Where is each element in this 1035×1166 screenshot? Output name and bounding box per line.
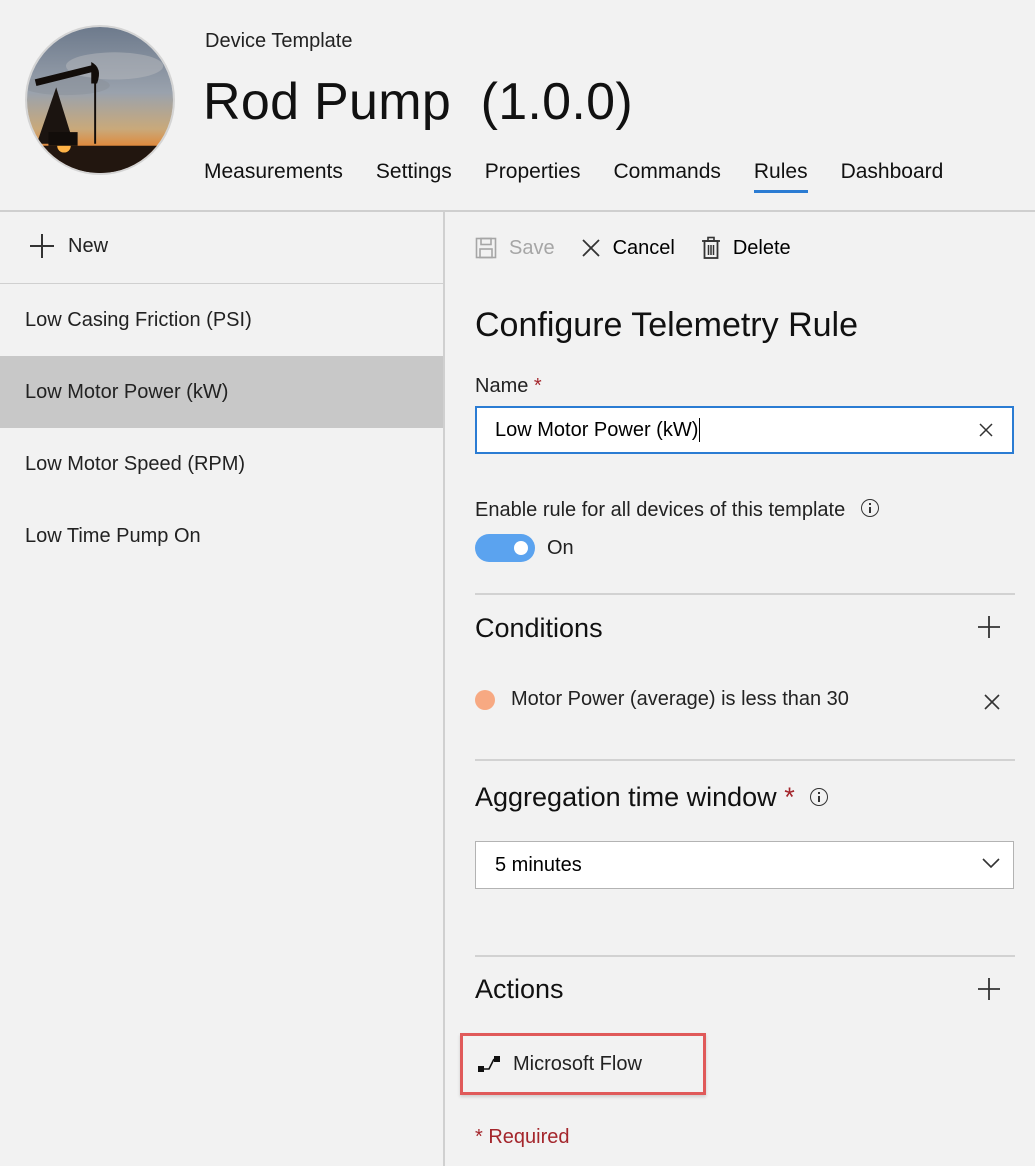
- trash-icon: [701, 236, 720, 259]
- close-icon: [581, 239, 600, 257]
- condition-color-dot: [475, 689, 495, 710]
- enable-rule-text: Enable rule for all devices of this temp…: [475, 499, 846, 521]
- template-version: (1.0.0): [480, 73, 633, 131]
- cancel-label: Cancel: [612, 236, 675, 259]
- template-tabs: Measurements Settings Properties Command…: [204, 160, 976, 193]
- tab-rules[interactable]: Rules: [753, 160, 808, 193]
- toggle-knob: [514, 541, 528, 555]
- name-label: Name *: [475, 375, 542, 398]
- condition-item[interactable]: Motor Power (average) is less than 30: [475, 688, 849, 711]
- section-divider: [475, 955, 1015, 957]
- aggregation-title: Aggregation time window *: [475, 782, 829, 813]
- add-action-icon[interactable]: [977, 977, 1001, 1001]
- conditions-title: Conditions: [475, 613, 603, 643]
- flow-icon: [478, 1056, 500, 1072]
- action-label: Microsoft Flow: [513, 1052, 642, 1075]
- section-divider: [475, 759, 1015, 761]
- tab-measurements[interactable]: Measurements: [204, 160, 343, 193]
- required-mark: *: [533, 375, 542, 397]
- list-item[interactable]: Low Time Pump On: [0, 500, 443, 572]
- actions-title: Actions: [475, 974, 564, 1004]
- template-name: Rod Pump: [203, 73, 452, 131]
- page-title: Rod Pump (1.0.0): [203, 72, 633, 132]
- panel-divider: [443, 212, 445, 1166]
- name-input[interactable]: Low Motor Power (kW): [475, 406, 1014, 454]
- info-icon[interactable]: [810, 787, 829, 806]
- device-template-avatar: [25, 25, 175, 175]
- name-input-value: Low Motor Power (kW): [495, 418, 699, 441]
- delete-label: Delete: [732, 236, 791, 259]
- text-caret: [699, 418, 701, 442]
- page-header: Device Template Rod Pump (1.0.0) Measure…: [0, 0, 1035, 210]
- info-icon[interactable]: [860, 498, 879, 517]
- tab-properties[interactable]: Properties: [485, 160, 581, 193]
- new-rule-label: New: [68, 234, 109, 257]
- enable-rule-label: Enable rule for all devices of this temp…: [475, 498, 879, 522]
- delete-button[interactable]: Delete: [701, 236, 791, 260]
- aggregation-window-select[interactable]: 5 minutes: [475, 841, 1014, 889]
- section-divider: [475, 593, 1015, 595]
- enable-rule-toggle[interactable]: [475, 534, 535, 562]
- plus-icon: [30, 234, 54, 258]
- toggle-state-label: On: [547, 537, 574, 559]
- aggregation-title-text: Aggregation time window: [475, 782, 777, 812]
- condition-text: Motor Power (average) is less than 30: [511, 688, 849, 710]
- list-item[interactable]: Low Motor Speed (RPM): [0, 428, 443, 500]
- list-item[interactable]: Low Motor Power (kW): [0, 356, 443, 428]
- tab-settings[interactable]: Settings: [376, 160, 452, 193]
- save-icon: [475, 237, 497, 259]
- required-mark: *: [784, 782, 795, 812]
- save-button[interactable]: Save: [475, 237, 555, 260]
- rule-list: Low Casing Friction (PSI) Low Motor Powe…: [0, 284, 443, 572]
- form-title: Configure Telemetry Rule: [475, 306, 858, 344]
- tab-dashboard[interactable]: Dashboard: [841, 160, 944, 193]
- new-rule-button[interactable]: New: [30, 234, 108, 258]
- cancel-button[interactable]: Cancel: [581, 237, 675, 260]
- pump-jack-image: [27, 27, 173, 173]
- clear-icon[interactable]: [978, 422, 994, 438]
- chevron-down-icon: [982, 858, 1000, 869]
- name-label-text: Name: [475, 375, 529, 397]
- header-eyebrow: Device Template: [205, 30, 353, 52]
- tab-commands[interactable]: Commands: [614, 160, 721, 193]
- list-item[interactable]: Low Casing Friction (PSI): [0, 284, 443, 356]
- editor-toolbar: Save Cancel Delete: [475, 236, 817, 260]
- aggregation-window-value: 5 minutes: [495, 853, 582, 876]
- save-label: Save: [509, 236, 555, 259]
- required-note: * Required: [475, 1126, 570, 1148]
- microsoft-flow-action[interactable]: Microsoft Flow: [460, 1033, 706, 1095]
- rules-sidebar: New Low Casing Friction (PSI) Low Motor …: [0, 212, 443, 1166]
- remove-condition-icon[interactable]: [983, 693, 1001, 711]
- add-condition-icon[interactable]: [977, 615, 1001, 639]
